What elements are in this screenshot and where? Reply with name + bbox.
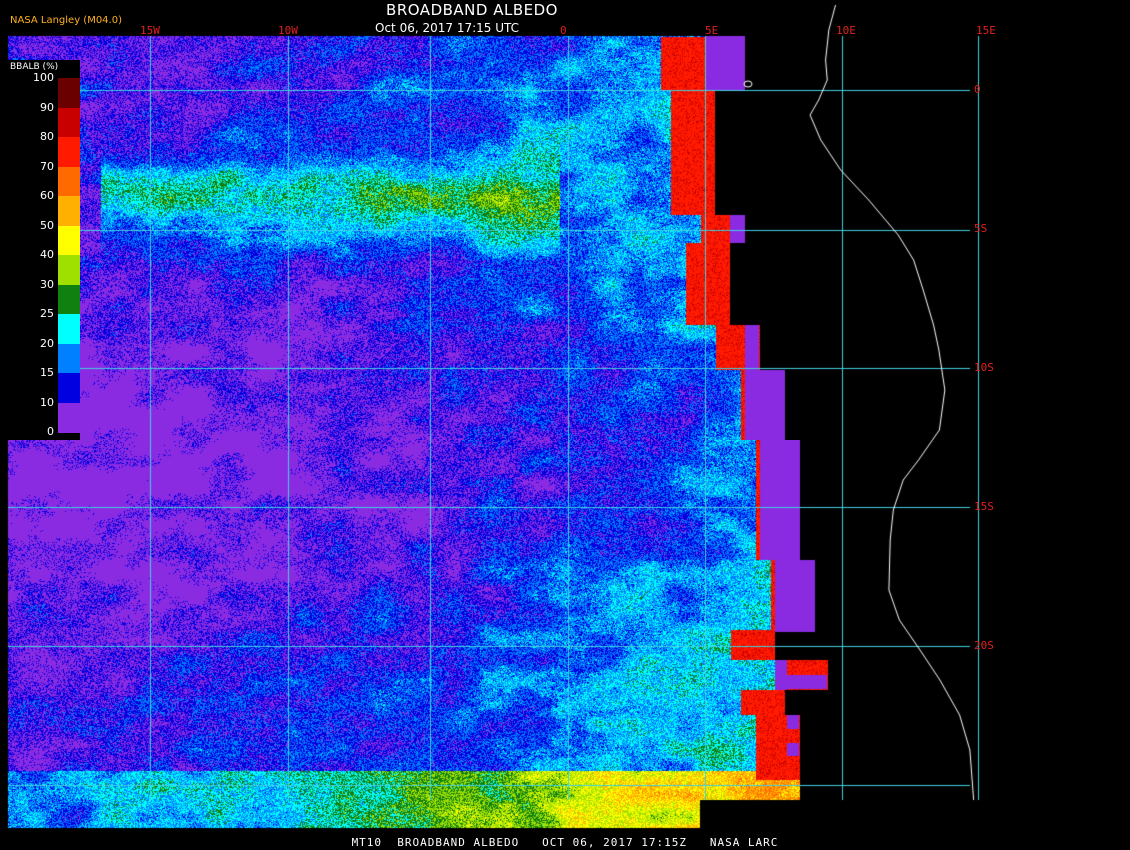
legend-tick-label: 15 <box>40 366 54 379</box>
longitude-label: 0 <box>560 24 567 37</box>
legend-tick-label: 40 <box>40 248 54 261</box>
legend-tick-label: 80 <box>40 130 54 143</box>
longitude-label: 15E <box>976 24 996 37</box>
legend-color-swatch <box>58 314 80 344</box>
latitude-label: 15S <box>974 500 994 513</box>
legend-tick-label: 90 <box>40 100 54 114</box>
legend-color-swatch <box>58 137 80 167</box>
latitude-label: 20S <box>974 639 994 652</box>
legend-tick-label: 25 <box>40 307 54 320</box>
legend-color-swatch <box>58 343 80 374</box>
legend-tick-label: 50 <box>40 218 54 232</box>
footer-caption: MT10 BROADBAND ALBEDO OCT 06, 2017 17:15… <box>351 836 779 849</box>
legend-tick-label: 60 <box>40 189 54 202</box>
legend-color-swatch <box>58 225 80 256</box>
color-scale-legend: BBALB (%) 100 90 80 70 60 50 40 30 25 20 15 10 0 <box>8 60 80 440</box>
legend-color-swatch <box>58 107 80 138</box>
longitude-label: 5E <box>705 24 719 37</box>
longitude-label: 10E <box>836 24 856 37</box>
legend-color-swatch <box>58 402 80 433</box>
longitude-label: 15W <box>140 24 160 37</box>
producer-label: NASA Langley (M04.0) <box>10 15 122 26</box>
legend-color-swatch <box>58 196 80 226</box>
albedo-map <box>0 0 1130 850</box>
latitude-label: 10S <box>974 361 994 374</box>
legend-color-swatch <box>58 166 80 197</box>
legend-color-swatch <box>58 78 80 108</box>
legend-tick-label: 0 <box>47 425 54 438</box>
timestamp: Oct 06, 2017 17:15 UTC <box>375 21 519 35</box>
latitude-label: 5S <box>974 222 988 235</box>
albedo-map-viewer: BROADBAND ALBEDO Oct 06, 2017 17:15 UTC … <box>0 0 1130 850</box>
legend-tick-label: 100 <box>33 71 54 84</box>
legend-tick-label: 30 <box>40 277 54 291</box>
legend-color-swatch <box>58 284 80 315</box>
legend-tick-label: 10 <box>40 395 54 409</box>
latitude-label: 0 <box>974 83 981 96</box>
legend-color-swatch <box>58 373 80 403</box>
legend-tick-label: 20 <box>40 336 54 350</box>
legend-tick-label: 70 <box>40 159 54 173</box>
page-title: BROADBAND ALBEDO <box>386 1 558 19</box>
longitude-label: 10W <box>278 24 298 37</box>
legend-color-swatch <box>58 255 80 285</box>
